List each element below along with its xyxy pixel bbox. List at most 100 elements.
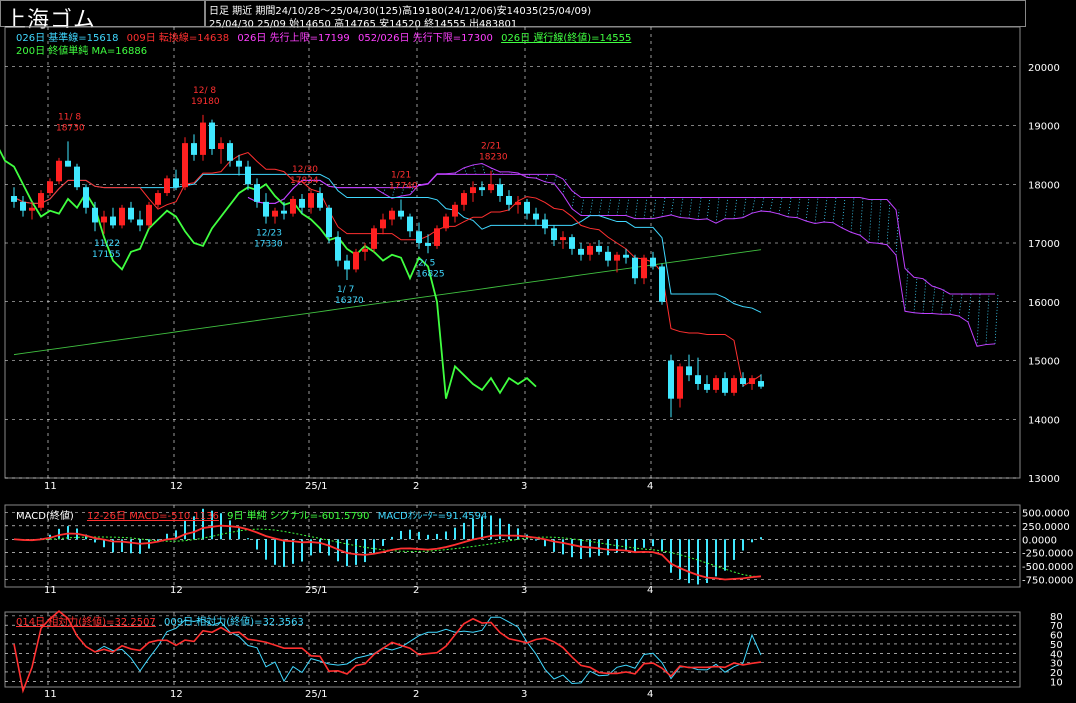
legend-macd-title: MACD(終値) (16, 511, 74, 522)
kumo-hatch (796, 197, 801, 218)
kumo-hatch (598, 197, 603, 216)
candle-body (560, 237, 566, 241)
candle-body (146, 204, 152, 226)
kumo-hatch (805, 197, 810, 222)
kumo-hatch (580, 197, 585, 216)
x-tick-label: 25/1 (305, 481, 327, 492)
kumo-hatch (643, 197, 648, 219)
annotation-date: 1/21 (391, 171, 411, 181)
macd-y-tick-label: -250.0000 (1022, 549, 1073, 560)
candle-body (353, 251, 359, 270)
candle-body (47, 181, 53, 194)
candle-body (596, 245, 602, 252)
x-tick-label: 25/1 (305, 585, 327, 596)
candle-body (533, 213, 539, 220)
macd-legend: MACD(終値) 12-26日 MACD=-510.1136 9日 単純 シグナ… (16, 507, 487, 522)
candle-body (461, 193, 467, 205)
candle-body (227, 143, 233, 161)
kumo-hatch (922, 278, 927, 314)
candle-body (614, 254, 620, 261)
candle-body (272, 210, 278, 217)
annotation-date: 2/ 5 (418, 258, 435, 268)
candle-body (173, 178, 179, 188)
candle-body (38, 193, 44, 208)
kumo-hatch (751, 197, 756, 214)
kumo-hatch (697, 197, 702, 220)
kumo-hatch (706, 197, 711, 219)
candle-body (344, 260, 350, 270)
kumo-hatch (463, 167, 468, 175)
candle-body (641, 257, 647, 279)
candle-body (686, 366, 692, 376)
y-tick-label: 16000 (1028, 298, 1060, 309)
candle-body (380, 219, 386, 229)
x-tick-label: 4 (647, 689, 653, 700)
kumo-hatch (571, 190, 576, 209)
candle-body (200, 122, 206, 155)
kumo-hatch (859, 197, 864, 236)
candle-body (569, 237, 575, 249)
candle-body (335, 237, 341, 261)
kumo-hatch (382, 187, 387, 194)
candle-body (632, 257, 638, 279)
annotation-date: 11/ 8 (58, 112, 81, 122)
candle-body (65, 160, 71, 167)
candle-body (110, 216, 116, 226)
kumo-hatch (589, 197, 594, 216)
candle-body (524, 201, 530, 214)
y-tick-label: 15000 (1028, 357, 1060, 368)
y-tick-label: 14000 (1028, 415, 1060, 426)
candle-body (101, 216, 107, 223)
candle-body (425, 243, 431, 246)
candle-body (155, 193, 161, 205)
candle-body (722, 378, 728, 393)
candle-body (119, 207, 125, 226)
y-tick-label: 20000 (1028, 63, 1060, 74)
candle-body (308, 193, 314, 208)
legend-leading-lower: 052/026日 先行下限=17300 (357, 33, 493, 44)
candle-body (623, 254, 629, 258)
legend-macd-signal: 9日 単純 シグナル=-601.5790 (227, 511, 370, 522)
kumo-hatch (913, 277, 918, 313)
macd-y-tick-label: 500.0000 (1022, 508, 1070, 519)
annotation-date: 12/ 8 (193, 86, 216, 96)
kumo-hatch (949, 293, 954, 315)
kumo-hatch (634, 197, 639, 219)
kumo-hatch (679, 197, 684, 218)
macd-y-tick-label: 250.0000 (1022, 522, 1070, 533)
leading-span-a-line (247, 162, 996, 347)
candle-body (695, 375, 701, 384)
legend-moving-average: 200日 終値単純 MA=16886 (16, 46, 148, 57)
candle-body (254, 184, 260, 202)
candle-body (452, 204, 458, 217)
x-tick-label: 11 (44, 689, 57, 700)
candle-body (209, 122, 215, 149)
candle-body (740, 378, 746, 384)
legend-rsi14: 014日 相対力(終値)=32.2507 (16, 617, 156, 628)
kumo-hatch (616, 197, 621, 216)
legend-lagging-line: 026日 遅行線(終値)=14555 (501, 33, 632, 44)
moving-average-line (13, 249, 762, 356)
kumo-hatch (652, 197, 657, 219)
base-line (13, 173, 762, 313)
kumo-hatch (769, 197, 774, 212)
candle-body (416, 231, 422, 243)
kumo-hatch (715, 197, 720, 224)
candle-body (128, 207, 134, 220)
candle-body (11, 196, 17, 202)
candle-body (497, 184, 503, 196)
candle-body (281, 210, 287, 214)
candle-body (83, 187, 89, 208)
candle-body (398, 210, 404, 217)
kumo-hatch (931, 285, 936, 314)
x-tick-label: 11 (44, 585, 57, 596)
main-panel-frame (4, 26, 1021, 479)
candle-body (245, 166, 251, 185)
candle-body (488, 184, 494, 191)
x-tick-label: 2 (413, 689, 419, 700)
kumo-hatch (742, 197, 747, 218)
candle-body (407, 216, 413, 232)
annotation-value: 18730 (56, 123, 85, 133)
annotation-value: 18230 (479, 153, 508, 163)
kumo-hatch (661, 197, 666, 217)
